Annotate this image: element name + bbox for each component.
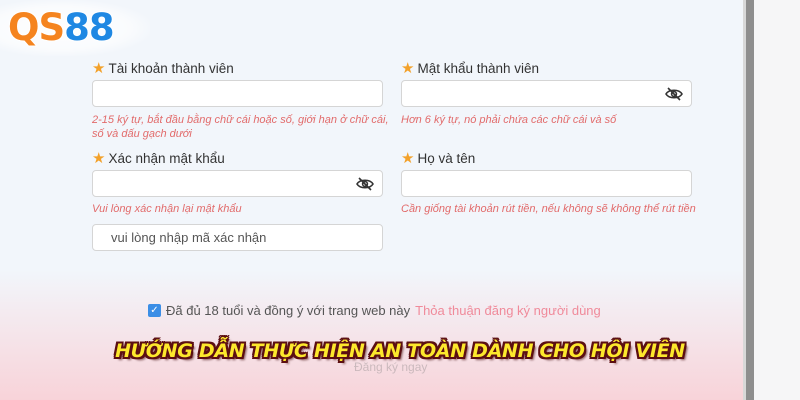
banner-title: HƯỚNG DẪN THỰC HIỆN AN TOÀN DÀNH CHO HỘI… xyxy=(115,340,685,362)
agreement-checkbox[interactable]: ✓ xyxy=(148,304,161,317)
required-star-icon: ★ xyxy=(92,59,106,77)
account-label: Tài khoản thành viên xyxy=(108,60,234,76)
full-name-hint: Cần giống tài khoản rút tiền, nếu không … xyxy=(401,203,696,215)
account-hint-line1: 2-15 ký tự, bắt đầu bằng chữ cái hoặc số… xyxy=(92,114,389,126)
register-button-text[interactable]: Đăng ký ngay xyxy=(354,360,427,374)
confirm-password-field-label: ★ Xác nhận mật khẩu xyxy=(92,149,225,167)
eye-slash-icon[interactable] xyxy=(356,176,374,191)
account-hint-line2: số và dấu gạch dưới xyxy=(92,128,192,140)
eye-slash-icon[interactable] xyxy=(665,86,683,101)
password-label: Mật khẩu thành viên xyxy=(417,60,540,76)
agreement-link[interactable]: Thỏa thuận đăng ký người dùng xyxy=(415,303,601,318)
logo-part1: QS xyxy=(7,5,66,50)
captcha-placeholder: vui lòng nhập mã xác nhận xyxy=(111,230,267,245)
account-input[interactable] xyxy=(92,80,383,107)
full-name-field-label: ★ Họ và tên xyxy=(401,149,475,167)
account-field-label: ★ Tài khoản thành viên xyxy=(92,59,234,77)
logo-part2: 88 xyxy=(63,5,115,50)
bottom-glow xyxy=(0,270,800,400)
required-star-icon: ★ xyxy=(401,59,415,77)
qs88-logo: QS88 xyxy=(7,5,116,50)
required-star-icon: ★ xyxy=(401,149,415,167)
agreement-row: ✓ Đã đủ 18 tuổi và đồng ý với trang web … xyxy=(148,303,601,318)
password-field-label: ★ Mật khẩu thành viên xyxy=(401,59,539,77)
password-hint: Hơn 6 ký tự, nó phải chứa các chữ cái và… xyxy=(401,114,617,126)
account-hint: 2-15 ký tự, bắt đầu bằng chữ cái hoặc số… xyxy=(92,113,389,141)
agreement-text: Đã đủ 18 tuổi và đồng ý với trang web nà… xyxy=(166,303,411,318)
captcha-input[interactable]: vui lòng nhập mã xác nhận xyxy=(92,224,383,251)
required-star-icon: ★ xyxy=(92,149,106,167)
full-name-label: Họ và tên xyxy=(417,150,476,166)
confirm-password-label: Xác nhận mật khẩu xyxy=(108,150,225,166)
password-input[interactable] xyxy=(401,80,692,107)
full-name-input[interactable] xyxy=(401,170,692,197)
confirm-password-hint: Vui lòng xác nhận lại mật khẩu xyxy=(92,203,242,215)
confirm-password-input[interactable] xyxy=(92,170,383,197)
